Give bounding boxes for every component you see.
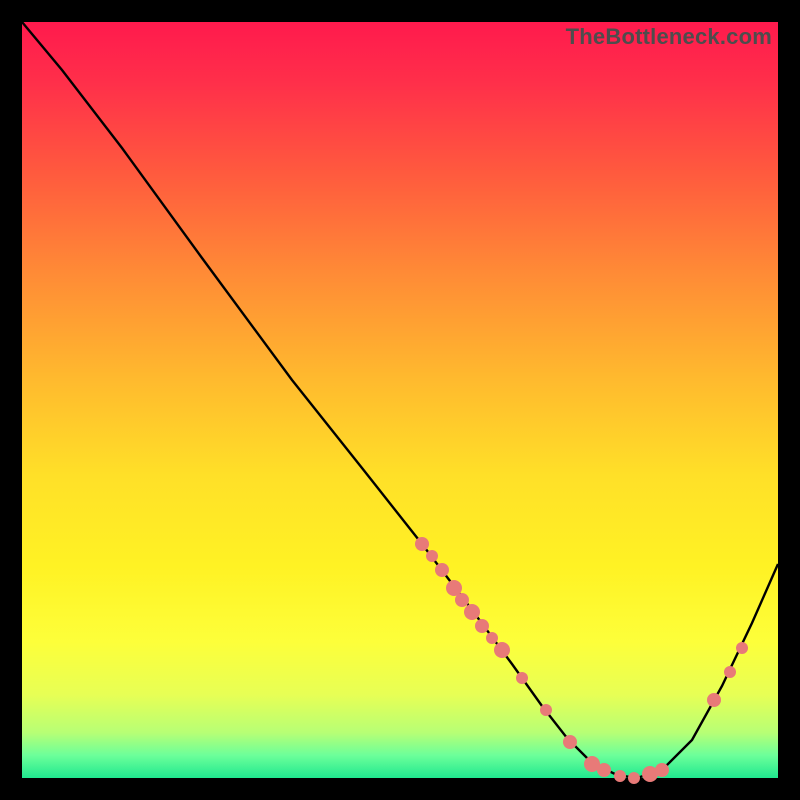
- datapoint-dot: [614, 770, 626, 782]
- datapoint-dot: [426, 550, 438, 562]
- datapoint-dot: [455, 593, 469, 607]
- datapoint-dot: [736, 642, 748, 654]
- datapoint-dot: [707, 693, 721, 707]
- datapoint-dot: [415, 537, 429, 551]
- datapoint-dot: [475, 619, 489, 633]
- datapoint-group: [415, 537, 748, 784]
- datapoint-dot: [435, 563, 449, 577]
- datapoint-dot: [540, 704, 552, 716]
- datapoint-dot: [563, 735, 577, 749]
- chart-area: TheBottleneck.com: [22, 22, 778, 778]
- datapoint-dot: [516, 672, 528, 684]
- datapoint-dot: [724, 666, 736, 678]
- datapoint-dot: [494, 642, 510, 658]
- datapoint-dot: [597, 763, 611, 777]
- datapoint-dot: [486, 632, 498, 644]
- datapoint-dot: [628, 772, 640, 784]
- datapoint-dot: [655, 763, 669, 777]
- datapoint-dot: [464, 604, 480, 620]
- chart-svg: [22, 22, 778, 778]
- bottleneck-curve: [22, 22, 778, 778]
